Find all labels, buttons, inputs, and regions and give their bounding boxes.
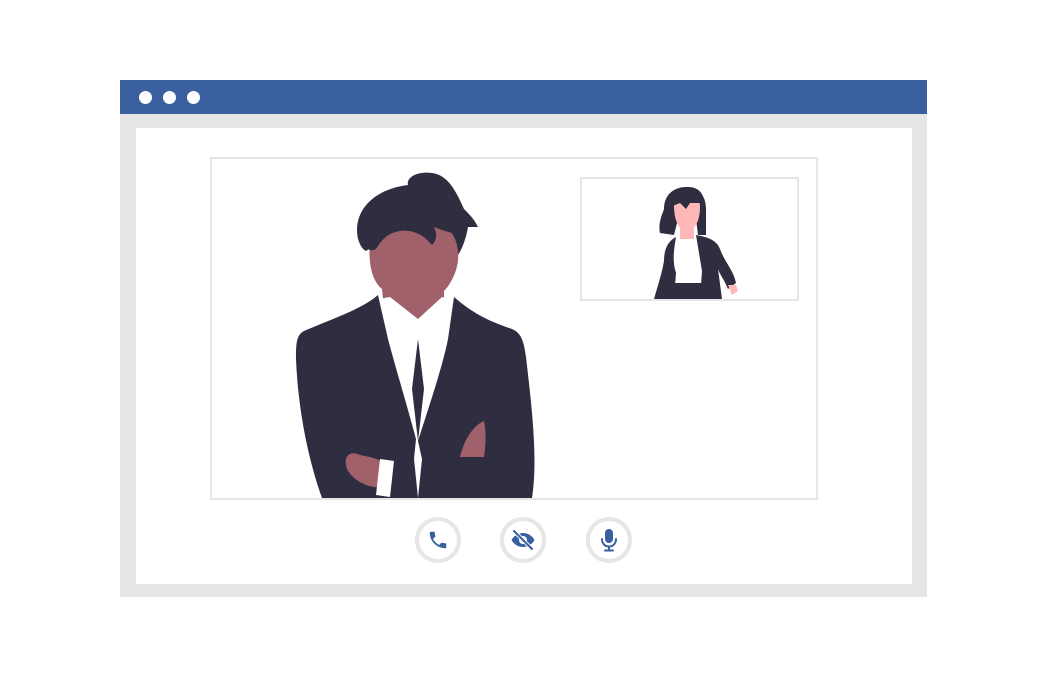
pip-video-feed[interactable] — [580, 177, 799, 301]
toggle-mic-button[interactable] — [586, 517, 632, 563]
illustration-stage — [0, 0, 1047, 677]
phone-icon — [429, 531, 447, 549]
video-call-window — [120, 80, 927, 597]
end-call-button[interactable] — [415, 517, 461, 563]
microphone-icon — [601, 529, 617, 552]
window-dot-2[interactable] — [163, 91, 176, 104]
window-dot-3[interactable] — [187, 91, 200, 104]
toggle-camera-button[interactable] — [500, 517, 546, 563]
window-content — [136, 128, 912, 584]
pip-participant-figure — [654, 187, 738, 299]
main-video-feed — [210, 157, 818, 500]
woman-right-hand — [728, 285, 738, 295]
woman-neck — [680, 227, 694, 239]
eye-slash-icon — [511, 529, 535, 551]
call-controls — [136, 517, 912, 565]
woman-pants — [668, 283, 706, 299]
window-titlebar — [120, 80, 927, 114]
window-dot-1[interactable] — [139, 91, 152, 104]
